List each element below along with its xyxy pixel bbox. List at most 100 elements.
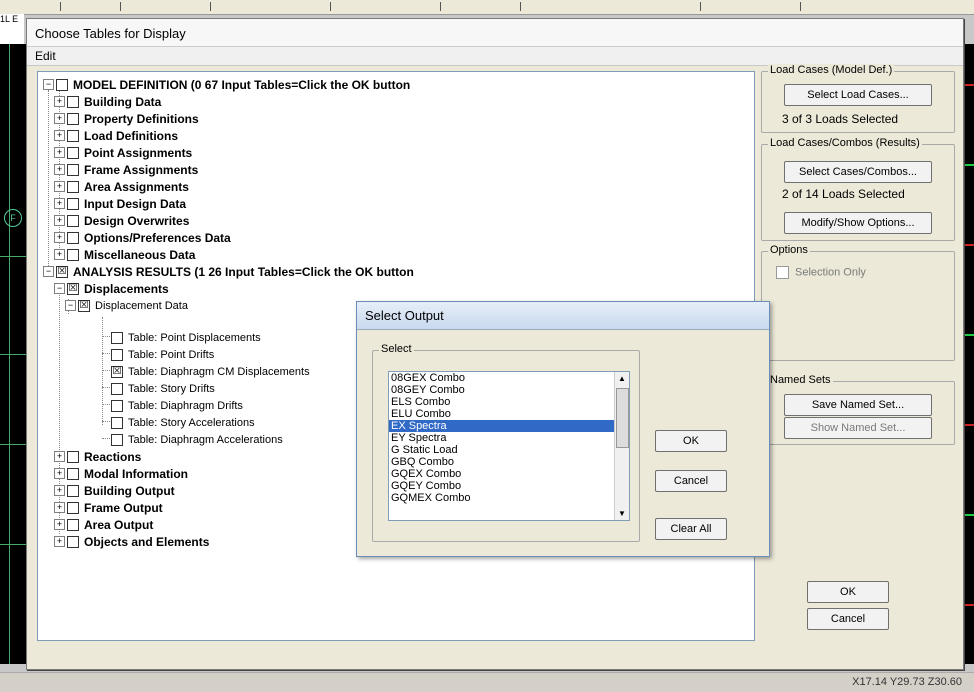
checkbox[interactable] — [67, 484, 79, 497]
expand-icon[interactable]: + — [54, 468, 65, 480]
list-item[interactable]: GQEY Combo — [389, 480, 629, 492]
popup-titlebar[interactable]: Select Output — [357, 302, 769, 330]
collapse-icon[interactable]: − — [54, 283, 65, 295]
list-item[interactable]: GBQ Combo — [389, 456, 629, 468]
scroll-up-icon[interactable]: ▲ — [618, 374, 626, 383]
expand-icon[interactable]: + — [54, 147, 65, 159]
tree-node-options-preferences[interactable]: + Options/Preferences Data — [54, 229, 231, 245]
tree-node-displacement-data[interactable]: − ☒ Displacement Data — [65, 297, 188, 313]
cancel-button[interactable]: Cancel — [807, 608, 889, 630]
tree-node-modal-information[interactable]: + Modal Information — [54, 465, 188, 481]
save-named-set-button[interactable]: Save Named Set... — [784, 394, 932, 416]
tree-node-load-definitions[interactable]: + Load Definitions — [54, 127, 178, 143]
checkbox[interactable] — [111, 399, 123, 412]
collapse-icon[interactable]: − — [65, 300, 76, 312]
clear-all-button[interactable]: Clear All — [655, 518, 727, 540]
expand-icon[interactable]: + — [54, 96, 65, 108]
list-item[interactable]: 08GEX Combo — [389, 372, 629, 384]
checkbox[interactable] — [111, 433, 123, 446]
checkbox[interactable] — [111, 416, 123, 429]
expand-icon[interactable]: + — [54, 181, 65, 193]
expand-icon[interactable]: + — [54, 113, 65, 125]
list-item[interactable]: G Static Load — [389, 444, 629, 456]
expand-icon[interactable]: + — [54, 536, 65, 548]
checkbox[interactable] — [67, 214, 79, 227]
checkbox-checked[interactable]: ☒ — [78, 299, 90, 312]
checkbox[interactable] — [111, 348, 123, 361]
checkbox[interactable] — [67, 112, 79, 125]
expand-icon[interactable]: + — [54, 232, 65, 244]
expand-icon[interactable]: + — [54, 198, 65, 210]
checkbox[interactable] — [67, 467, 79, 480]
tree-node-table[interactable]: Table: Story Accelerations — [111, 414, 255, 430]
tree-node-building-data[interactable]: + Building Data — [54, 93, 161, 109]
tree-node-design-overwrites[interactable]: + Design Overwrites — [54, 212, 189, 228]
checkbox[interactable] — [67, 518, 79, 531]
checkbox-checked[interactable]: ☒ — [67, 282, 79, 295]
modify-show-options-button[interactable]: Modify/Show Options... — [784, 212, 932, 234]
expand-icon[interactable]: + — [54, 451, 65, 463]
tree-node-miscellaneous-data[interactable]: + Miscellaneous Data — [54, 246, 195, 262]
tree-node-table[interactable]: Table: Point Drifts — [111, 346, 214, 362]
tree-node-frame-assignments[interactable]: + Frame Assignments — [54, 161, 198, 177]
collapse-icon[interactable]: − — [43, 79, 54, 91]
expand-icon[interactable]: + — [54, 164, 65, 176]
expand-icon[interactable]: + — [54, 485, 65, 497]
dialog-titlebar[interactable]: Choose Tables for Display — [27, 19, 963, 47]
tree-node-analysis-results[interactable]: − ☒ ANALYSIS RESULTS (1 26 Input Tables=Cl… — [43, 263, 414, 279]
list-item[interactable]: ELS Combo — [389, 396, 629, 408]
list-item[interactable]: EY Spectra — [389, 432, 629, 444]
tree-node-point-assignments[interactable]: + Point Assignments — [54, 144, 192, 160]
expand-icon[interactable]: + — [54, 249, 65, 261]
list-item[interactable]: ELU Combo — [389, 408, 629, 420]
tree-node-area-assignments[interactable]: + Area Assignments — [54, 178, 189, 194]
list-item-selected[interactable]: EX Spectra — [389, 420, 629, 432]
checkbox[interactable] — [111, 331, 123, 344]
tree-node-objects-elements[interactable]: + Objects and Elements — [54, 533, 209, 549]
checkbox[interactable] — [67, 163, 79, 176]
checkbox[interactable] — [67, 197, 79, 210]
tree-node-area-output[interactable]: + Area Output — [54, 516, 153, 532]
popup-ok-button[interactable]: OK — [655, 430, 727, 452]
checkbox-checked[interactable]: ☒ — [56, 265, 68, 278]
checkbox[interactable] — [67, 129, 79, 142]
checkbox[interactable] — [67, 248, 79, 261]
checkbox[interactable] — [67, 180, 79, 193]
tree-node-table[interactable]: ☒ Table: Diaphragm CM Displacements — [111, 363, 310, 379]
checkbox[interactable] — [111, 382, 123, 395]
show-named-set-button[interactable]: Show Named Set... — [784, 417, 932, 439]
expand-icon[interactable]: + — [54, 130, 65, 142]
collapse-icon[interactable]: − — [43, 266, 54, 278]
tree-node-building-output[interactable]: + Building Output — [54, 482, 175, 498]
checkbox[interactable] — [776, 266, 789, 279]
list-item[interactable]: GQEX Combo — [389, 468, 629, 480]
checkbox[interactable] — [67, 535, 79, 548]
select-cases-combos-button[interactable]: Select Cases/Combos... — [784, 161, 932, 183]
list-item[interactable]: 08GEY Combo — [389, 384, 629, 396]
popup-cancel-button[interactable]: Cancel — [655, 470, 727, 492]
tree-node-model-definition[interactable]: − MODEL DEFINITION (0 67 Input Tables=Cli… — [43, 76, 410, 92]
expand-icon[interactable]: + — [54, 215, 65, 227]
tree-node-table[interactable]: Table: Story Drifts — [111, 380, 215, 396]
scroll-down-icon[interactable]: ▼ — [618, 509, 626, 518]
select-load-cases-button[interactable]: Select Load Cases... — [784, 84, 932, 106]
selection-only-checkbox[interactable]: Selection Only — [776, 266, 866, 279]
tree-node-displacements[interactable]: − ☒ Displacements — [54, 280, 169, 296]
ok-button[interactable]: OK — [807, 581, 889, 603]
checkbox[interactable] — [67, 450, 79, 463]
tree-node-input-design-data[interactable]: + Input Design Data — [54, 195, 186, 211]
tree-node-table[interactable]: Table: Diaphragm Drifts — [111, 397, 243, 413]
tree-node-frame-output[interactable]: + Frame Output — [54, 499, 163, 515]
list-item[interactable]: GQMEX Combo — [389, 492, 629, 504]
checkbox[interactable] — [67, 231, 79, 244]
checkbox[interactable] — [56, 78, 68, 91]
menu-edit[interactable]: Edit — [35, 49, 56, 63]
tree-node-property-definitions[interactable]: + Property Definitions — [54, 110, 199, 126]
listbox-scrollbar[interactable]: ▲ ▼ — [614, 372, 629, 520]
output-listbox[interactable]: 08GEX Combo 08GEY Combo ELS Combo ELU Co… — [388, 371, 630, 521]
tree-node-table[interactable]: Table: Diaphragm Accelerations — [111, 431, 283, 447]
expand-icon[interactable]: + — [54, 519, 65, 531]
scrollbar-thumb[interactable] — [616, 388, 629, 448]
tree-node-reactions[interactable]: + Reactions — [54, 448, 141, 464]
checkbox-checked[interactable]: ☒ — [111, 365, 123, 378]
